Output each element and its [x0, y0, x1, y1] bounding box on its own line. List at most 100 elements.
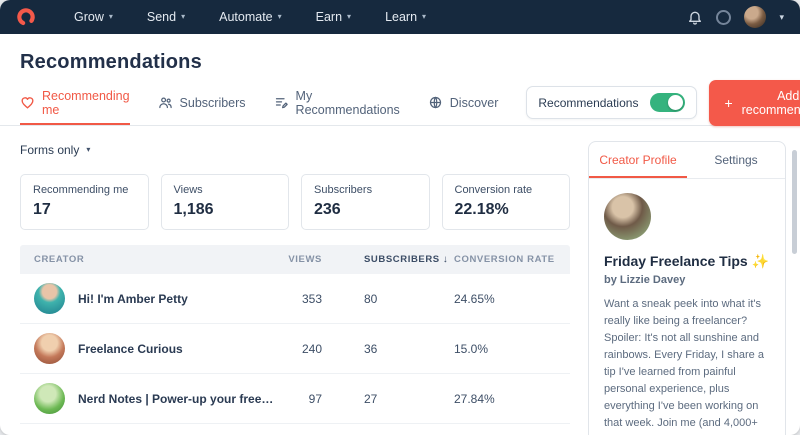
- views-value: 240: [301, 341, 322, 356]
- chevron-down-icon: ▾: [108, 12, 113, 21]
- tab-discover[interactable]: Discover: [428, 80, 499, 125]
- add-recommendation-button[interactable]: + Add recommendation: [709, 79, 800, 126]
- account-chevron-down-icon[interactable]: ▾: [779, 12, 784, 23]
- tab-subscribers[interactable]: Subscribers: [158, 80, 246, 125]
- stat-card-recommending-me: Recommending me 17: [20, 174, 149, 230]
- add-recommendation-label: Add recommendation: [741, 88, 800, 117]
- nav-item-label: Grow: [74, 10, 104, 24]
- tab-label: Discover: [449, 95, 499, 110]
- stat-value: 236: [314, 201, 341, 218]
- recommendations-toggle-switch[interactable]: [650, 93, 686, 112]
- user-avatar[interactable]: [744, 6, 767, 28]
- conversion-rate-value: 15.0%: [454, 341, 489, 356]
- creator-cell: Nerd Notes | Power-up your freelancing: [34, 383, 274, 414]
- people-icon: [158, 95, 173, 110]
- nav-item-label: Send: [146, 10, 177, 24]
- stat-value: 17: [33, 201, 51, 218]
- chevron-down-icon: ▾: [277, 12, 282, 21]
- table-header-row: Creator Views Subscribers ↓ Conversion r…: [20, 245, 570, 274]
- tab-label: My Recommendations: [295, 88, 400, 117]
- status-ring-icon[interactable]: [716, 9, 732, 25]
- nav-item-label: Learn: [385, 10, 418, 24]
- recommendations-toggle-box: Recommendations: [526, 86, 698, 119]
- tab-my-recommendations[interactable]: My Recommendations: [274, 80, 400, 125]
- panel-tabs: Creator Profile Settings: [589, 142, 785, 179]
- creator-name: Nerd Notes | Power-up your freelancing: [78, 391, 274, 406]
- nav-item-label: Earn: [315, 10, 343, 24]
- tab-controls: Recommendations + Add recommendation: [526, 79, 800, 126]
- stat-card-subscribers: Subscribers 236: [301, 174, 430, 230]
- conversion-rate-value: 27.84%: [454, 391, 495, 406]
- globe-icon: [428, 95, 443, 110]
- page-title: Recommendations: [20, 51, 202, 73]
- convertkit-logo-icon[interactable]: [16, 7, 36, 27]
- chevron-down-icon: ▾: [181, 12, 186, 21]
- creator-name: Hi! I'm Amber Petty: [78, 291, 188, 306]
- bell-icon[interactable]: [687, 9, 703, 25]
- creator-cell: Hi! I'm Amber Petty: [34, 283, 274, 314]
- table-row[interactable]: Freelance Curious 240 36 15.0%: [20, 324, 570, 374]
- toggle-label: Recommendations: [538, 95, 639, 110]
- tab-label: Recommending me: [42, 88, 130, 117]
- panel-body: Friday Freelance Tips ✨ by Lizzie Davey …: [589, 179, 785, 435]
- top-nav: Grow ▾ Send ▾ Automate ▾ Earn ▾ Learn ▾: [0, 0, 800, 34]
- conversion-rate-value: 24.65%: [454, 291, 495, 306]
- toggle-knob: [668, 95, 684, 110]
- nav-menu: Grow ▾ Send ▾ Automate ▾ Earn ▾ Learn ▾: [74, 10, 426, 24]
- forms-filter-dropdown[interactable]: Forms only ▾: [20, 143, 90, 157]
- tab-label: Subscribers: [179, 95, 246, 110]
- stat-label: Recommending me: [33, 184, 129, 196]
- table-row[interactable]: Hi! I'm Amber Petty 353 80 24.65%: [20, 274, 570, 324]
- stat-card-conversion-rate: Conversion rate 22.18%: [441, 174, 570, 230]
- nav-right: ▾: [687, 6, 784, 28]
- creators-table: Creator Views Subscribers ↓ Conversion r…: [20, 245, 570, 424]
- tab-bar: Recommending me Subscribers My Recommend…: [0, 79, 800, 126]
- app-window: Grow ▾ Send ▾ Automate ▾ Earn ▾ Learn ▾: [0, 0, 800, 435]
- table-header-conversion-rate[interactable]: Conversion rate: [454, 254, 556, 265]
- views-value: 97: [308, 391, 322, 406]
- subscribers-value: 27: [364, 391, 378, 406]
- scrollbar[interactable]: [792, 150, 797, 254]
- table-header-subscribers-label: Subscribers: [364, 254, 440, 265]
- filter-label: Forms only: [20, 143, 80, 157]
- nav-item-label: Automate: [219, 10, 273, 24]
- creator-cell: Freelance Curious: [34, 333, 274, 364]
- chevron-down-icon: ▾: [422, 12, 427, 21]
- stat-value: 22.18%: [454, 201, 509, 218]
- stat-label: Subscribers: [314, 184, 373, 196]
- sort-desc-icon: ↓: [442, 254, 449, 265]
- creator-profile-byline: by Lizzie Davey: [604, 274, 686, 286]
- nav-item-grow[interactable]: Grow ▾: [74, 10, 113, 24]
- tab-recommending-me[interactable]: Recommending me: [20, 80, 130, 125]
- creator-avatar: [34, 283, 65, 314]
- creator-profile-panel: Creator Profile Settings Friday Freelanc…: [588, 141, 786, 435]
- table-header-views[interactable]: Views: [274, 254, 322, 265]
- nav-item-learn[interactable]: Learn ▾: [385, 10, 426, 24]
- nav-item-automate[interactable]: Automate ▾: [219, 10, 282, 24]
- stat-label: Conversion rate: [454, 184, 533, 196]
- chevron-down-icon: ▾: [347, 12, 352, 21]
- creator-profile-description: Want a sneak peek into what it's really …: [604, 298, 764, 435]
- creator-profile-avatar: [604, 193, 651, 240]
- heart-icon: [20, 95, 35, 110]
- views-value: 353: [301, 291, 322, 306]
- left-column: Forms only ▾ Recommending me 17 Views 1,…: [20, 126, 570, 424]
- stats-row: Recommending me 17 Views 1,186 Subscribe…: [20, 174, 570, 230]
- chevron-down-icon: ▾: [86, 145, 91, 154]
- plus-icon: +: [724, 94, 733, 111]
- creator-profile-title: Friday Freelance Tips ✨: [604, 253, 770, 269]
- table-header-creator: Creator: [34, 254, 85, 265]
- nav-item-send[interactable]: Send ▾: [147, 10, 185, 24]
- table-row[interactable]: Nerd Notes | Power-up your freelancing 9…: [20, 374, 570, 424]
- creator-avatar: [34, 333, 65, 364]
- stat-value: 1,186: [173, 201, 214, 218]
- nav-item-earn[interactable]: Earn ▾: [316, 10, 351, 24]
- panel-tab-creator-profile[interactable]: Creator Profile: [589, 142, 687, 178]
- main-content: Forms only ▾ Recommending me 17 Views 1,…: [0, 126, 800, 435]
- subscribers-value: 80: [364, 291, 378, 306]
- subscribers-value: 36: [364, 341, 378, 356]
- creator-avatar: [34, 383, 65, 414]
- table-header-subscribers[interactable]: Subscribers ↓: [364, 254, 448, 265]
- creator-name: Freelance Curious: [78, 341, 183, 356]
- panel-tab-settings[interactable]: Settings: [687, 142, 785, 178]
